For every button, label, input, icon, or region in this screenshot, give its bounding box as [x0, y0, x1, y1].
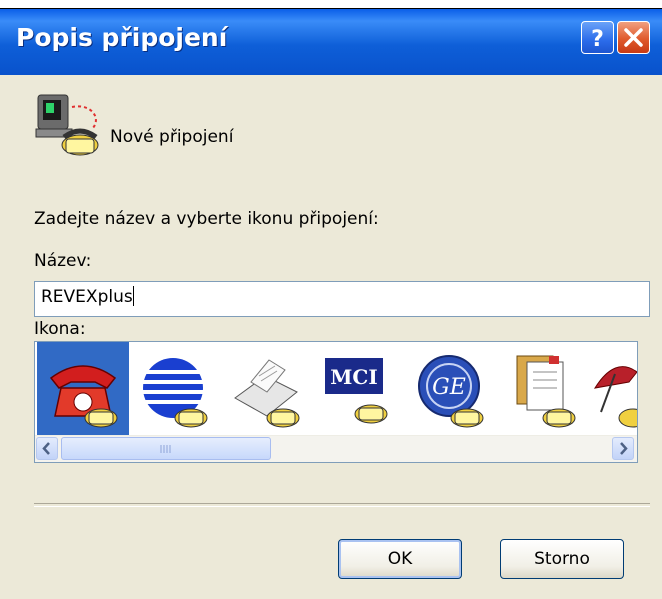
name-input-value: REVEXplus [41, 287, 133, 307]
horizontal-scrollbar[interactable] [35, 435, 637, 462]
icon-option-fax[interactable] [221, 342, 313, 436]
icon-list[interactable]: MCI GE [34, 341, 638, 463]
svg-text:MCI: MCI [330, 365, 377, 389]
separator [34, 503, 650, 507]
red-telephone-icon [49, 365, 118, 428]
dialog-window: Popis připojení ? Nové připojení Zadejte… [0, 8, 662, 599]
icon-option-documents[interactable] [497, 342, 589, 436]
grip-icon [160, 445, 171, 453]
title-bar[interactable]: Popis připojení ? [0, 9, 662, 75]
help-button[interactable]: ? [581, 21, 614, 54]
cancel-button[interactable]: Storno [500, 539, 624, 579]
name-input[interactable]: REVEXplus [34, 281, 650, 317]
ge-logo-icon: GE [418, 355, 484, 428]
icon-label: Ikona: [34, 319, 86, 339]
text-caret [132, 286, 134, 306]
connection-name-label: Nové připojení [110, 127, 234, 147]
svg-text:GE: GE [432, 375, 466, 400]
umbrella-icon [593, 366, 637, 428]
instruction-text: Zadejte název a vyberte ikonu připojení: [34, 209, 379, 229]
chevron-right-icon [620, 442, 628, 455]
icon-option-mci[interactable]: MCI [313, 342, 405, 436]
icon-option-umbrella[interactable] [589, 342, 637, 436]
connection-computer-phone-icon [35, 94, 99, 156]
icon-option-ge[interactable]: GE [405, 342, 497, 436]
svg-text:?: ? [591, 27, 604, 52]
close-button[interactable] [617, 21, 650, 54]
mci-icon: MCI [325, 358, 388, 424]
scroll-left-button[interactable] [36, 437, 58, 460]
chevron-left-icon [42, 442, 50, 455]
scroll-right-button[interactable] [612, 437, 634, 460]
ok-button[interactable]: OK [338, 539, 462, 579]
window-title: Popis připojení [16, 23, 228, 52]
globe-network-icon [143, 358, 208, 428]
question-mark-icon: ? [591, 27, 604, 52]
name-label: Název: [34, 251, 92, 271]
fax-machine-icon [234, 359, 300, 428]
close-icon [624, 28, 643, 47]
icon-option-red-telephone[interactable] [37, 342, 129, 436]
icon-option-globe[interactable] [129, 342, 221, 436]
documents-icon [516, 355, 576, 428]
scrollbar-thumb[interactable] [61, 437, 271, 460]
